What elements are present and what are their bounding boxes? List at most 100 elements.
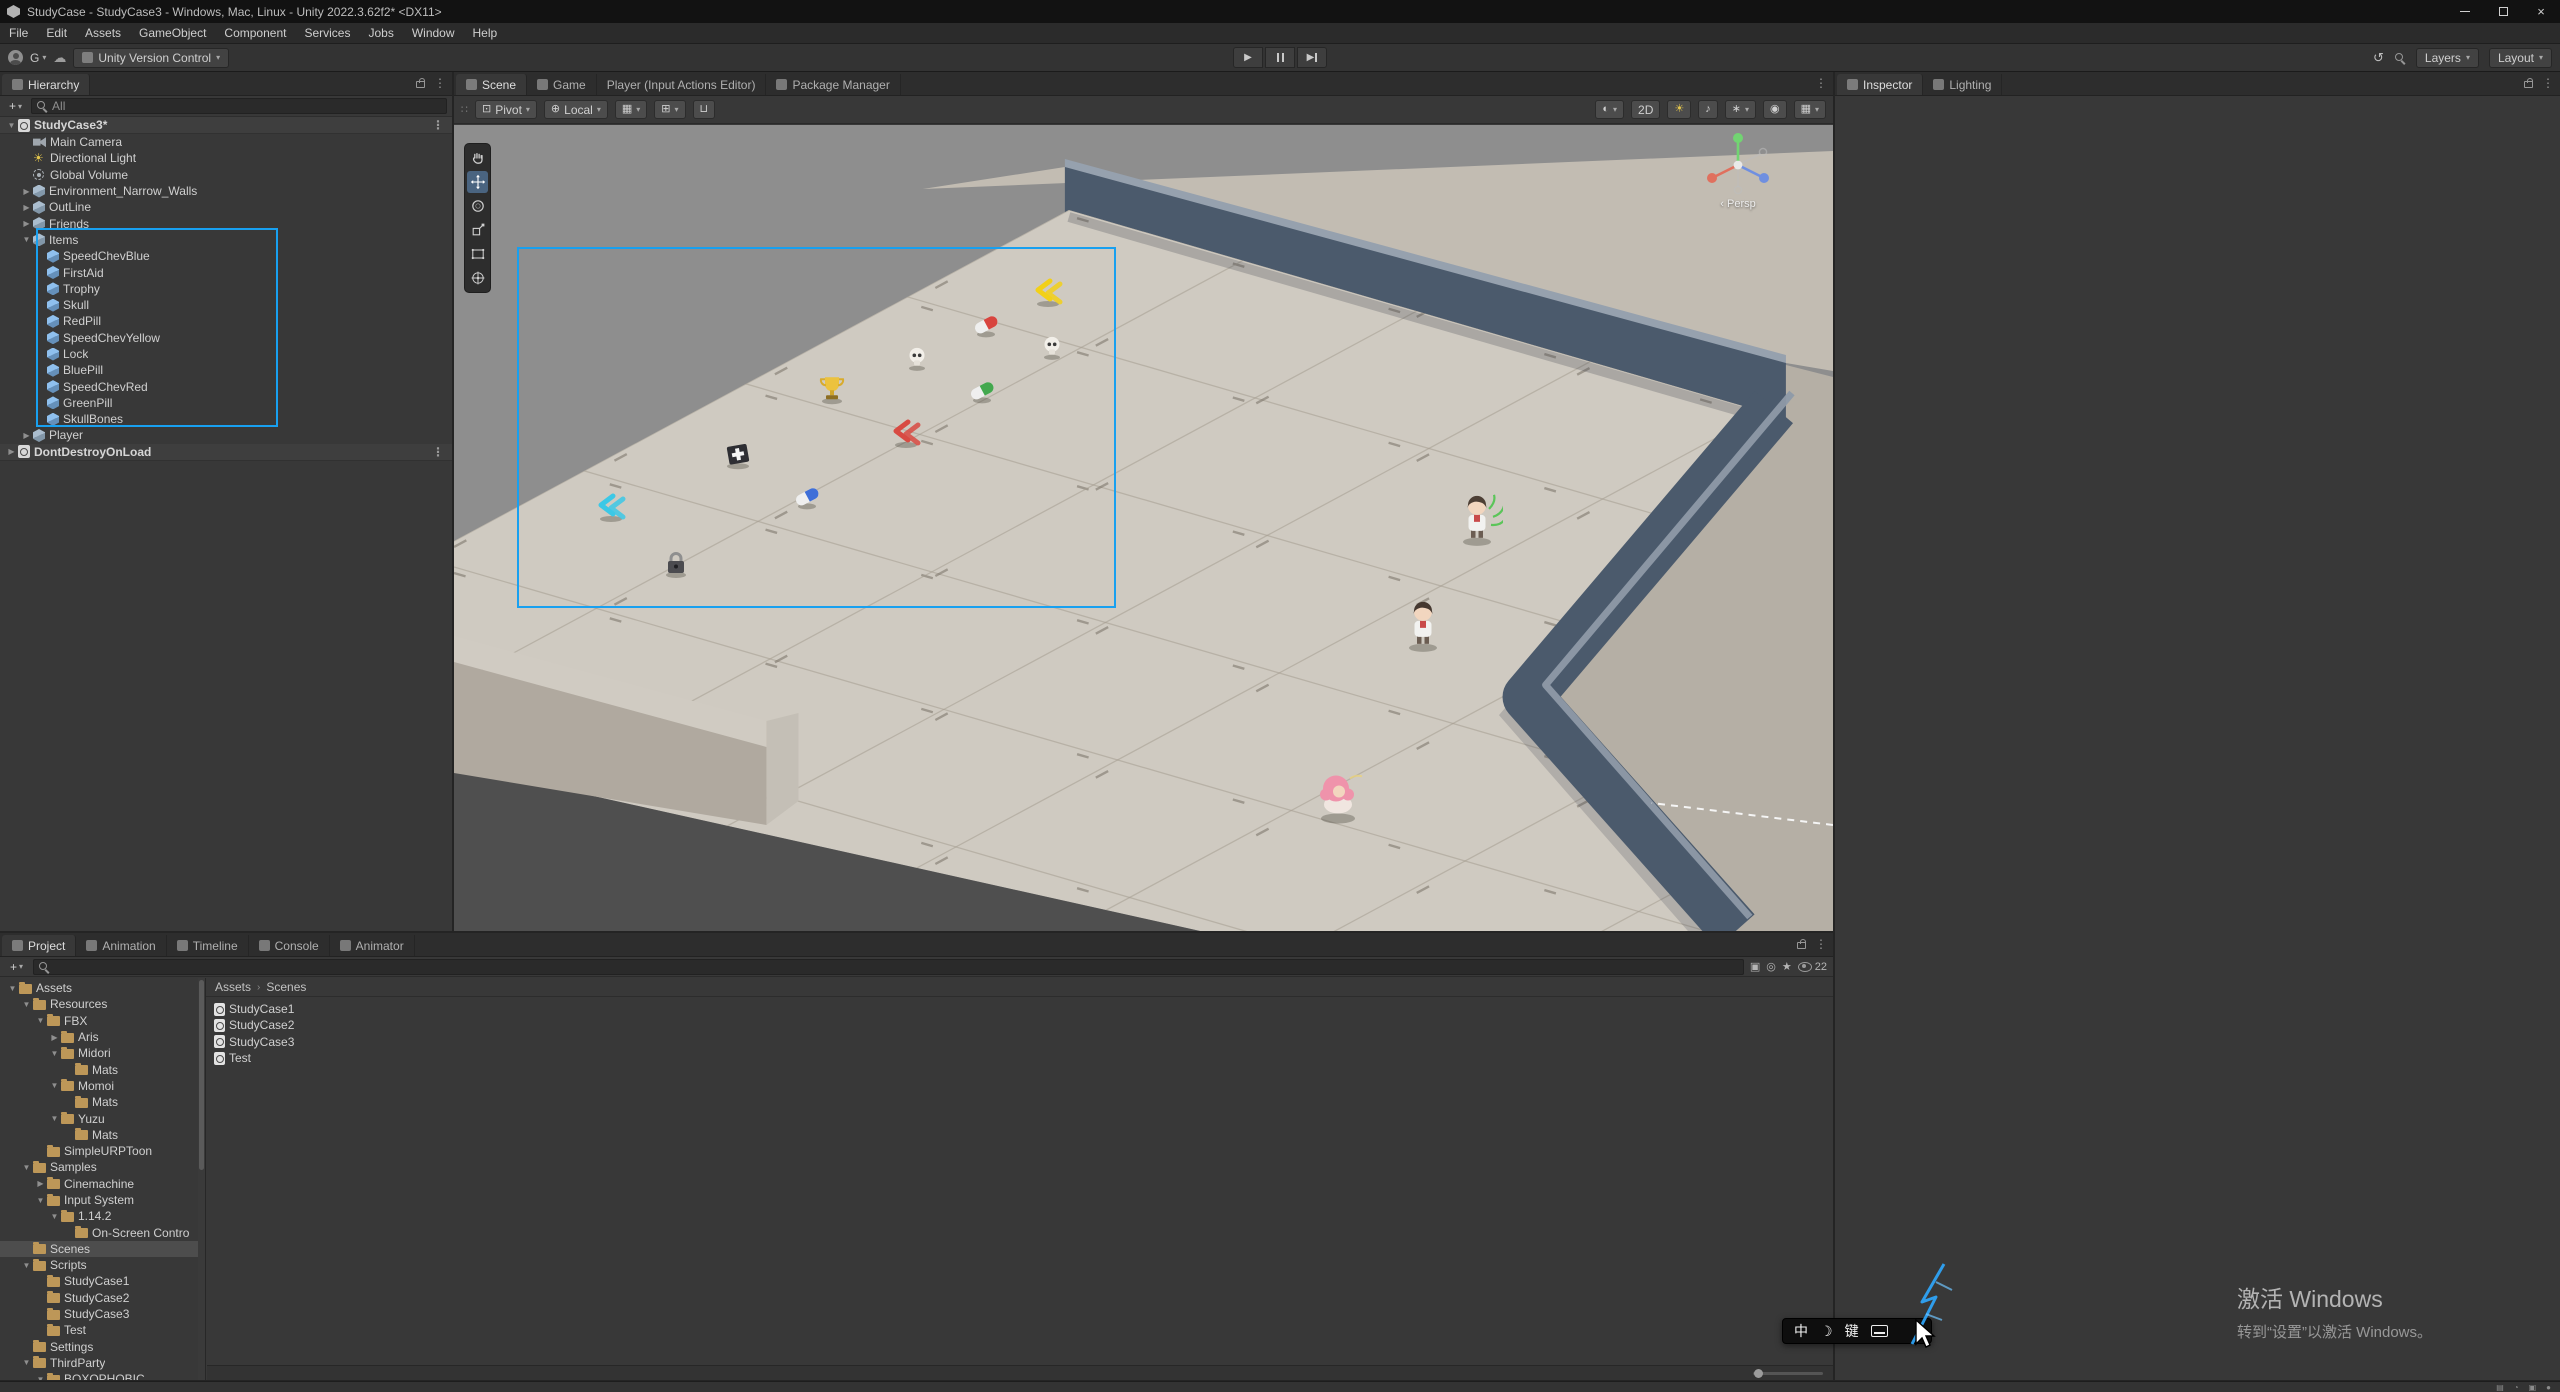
scene-audio-toggle[interactable]: ♪ bbox=[1698, 100, 1718, 119]
play-button[interactable]: ▶ bbox=[1233, 47, 1263, 68]
panel-menu-icon[interactable]: ⋮ bbox=[1815, 77, 1827, 89]
project-folder-midori[interactable]: ▼Midori bbox=[0, 1045, 205, 1061]
grid-visibility-dropdown[interactable]: ▦ ▾ bbox=[615, 100, 647, 119]
hierarchy-search-input[interactable]: All bbox=[31, 98, 447, 114]
expand-arrow[interactable]: ▼ bbox=[20, 1000, 33, 1009]
status-activity-icon[interactable]: ● bbox=[2546, 1383, 2551, 1392]
favorites-button[interactable]: ★ bbox=[1782, 960, 1792, 973]
panel-menu-icon[interactable]: ⋮ bbox=[2542, 77, 2554, 89]
tab-animation[interactable]: Animation bbox=[76, 935, 166, 956]
project-folder-resources[interactable]: ▼Resources bbox=[0, 996, 205, 1012]
tab-console[interactable]: Console bbox=[249, 935, 330, 956]
project-folder-fbx[interactable]: ▼FBX bbox=[0, 1013, 205, 1029]
expand-arrow[interactable]: ▼ bbox=[5, 121, 18, 130]
menu-jobs[interactable]: Jobs bbox=[359, 23, 402, 43]
tab-game[interactable]: Game bbox=[527, 74, 597, 95]
file-test[interactable]: Test bbox=[210, 1050, 1829, 1066]
breadcrumb-assets[interactable]: Assets bbox=[215, 980, 251, 994]
project-folder-input-system[interactable]: ▼Input System bbox=[0, 1192, 205, 1208]
tab-project[interactable]: Project bbox=[2, 935, 76, 956]
expand-arrow[interactable]: ▶ bbox=[20, 431, 33, 440]
tool-rotate[interactable] bbox=[467, 195, 488, 217]
expand-arrow[interactable]: ▼ bbox=[20, 1261, 33, 1270]
project-folder-thirdparty[interactable]: ▼ThirdParty bbox=[0, 1355, 205, 1371]
scene-menu-icon[interactable]: ⋮ bbox=[432, 446, 444, 458]
search-icon[interactable] bbox=[2394, 52, 2406, 64]
expand-arrow[interactable]: ▼ bbox=[20, 1163, 33, 1172]
tab-player-input-actions[interactable]: Player (Input Actions Editor) bbox=[597, 74, 767, 95]
tool-transform[interactable] bbox=[467, 267, 488, 289]
status-bake-icon[interactable]: ▣ bbox=[2529, 1383, 2537, 1392]
tab-package-manager[interactable]: Package Manager bbox=[766, 74, 900, 95]
hierarchy-item-directional-light[interactable]: Directional Light bbox=[0, 150, 452, 166]
scene-orientation-gizmo[interactable]: ‹ Persp bbox=[1683, 129, 1793, 210]
panel-menu-icon[interactable]: ⋮ bbox=[1815, 938, 1827, 950]
lock-icon[interactable] bbox=[1797, 942, 1806, 949]
version-control-button[interactable]: Unity Version Control ▾ bbox=[73, 48, 229, 68]
project-folder-studycase2[interactable]: StudyCase2 bbox=[0, 1290, 205, 1306]
project-folder-studycase1[interactable]: StudyCase1 bbox=[0, 1273, 205, 1289]
hierarchy-item-environment-narrow-walls[interactable]: ▶Environment_Narrow_Walls bbox=[0, 183, 452, 199]
panel-menu-icon[interactable]: ⋮ bbox=[434, 77, 446, 89]
tool-rect[interactable] bbox=[467, 243, 488, 265]
step-button[interactable]: ▶ bbox=[1297, 47, 1327, 68]
scene-header-dontdestroyonload[interactable]: ▶ DontDestroyOnLoad ⋮ bbox=[0, 444, 452, 461]
tree-scrollbar[interactable] bbox=[198, 978, 205, 1380]
menu-file[interactable]: File bbox=[0, 23, 37, 43]
tab-inspector[interactable]: Inspector bbox=[1837, 74, 1923, 95]
tab-scene[interactable]: Scene bbox=[456, 74, 527, 95]
menu-component[interactable]: Component bbox=[215, 23, 295, 43]
project-folder-cinemachine[interactable]: ▶Cinemachine bbox=[0, 1176, 205, 1192]
project-folder-mats[interactable]: Mats bbox=[0, 1094, 205, 1110]
effects-dropdown[interactable]: ∗ ▾ bbox=[1725, 100, 1756, 119]
expand-arrow[interactable]: ▼ bbox=[20, 1358, 33, 1367]
project-folder-aris[interactable]: ▶Aris bbox=[0, 1029, 205, 1045]
expand-arrow[interactable]: ▶ bbox=[20, 219, 33, 228]
menu-services[interactable]: Services bbox=[295, 23, 359, 43]
hidden-packages-toggle[interactable]: 22 bbox=[1798, 961, 1827, 973]
project-folder-momoi[interactable]: ▼Momoi bbox=[0, 1078, 205, 1094]
project-folder-studycase3[interactable]: StudyCase3 bbox=[0, 1306, 205, 1322]
expand-arrow[interactable]: ▶ bbox=[34, 1179, 47, 1188]
slider-thumb[interactable] bbox=[1754, 1369, 1763, 1378]
breadcrumb-scenes[interactable]: Scenes bbox=[266, 980, 306, 994]
file-studycase3[interactable]: StudyCase3 bbox=[210, 1034, 1829, 1050]
handle-rotation-dropdown[interactable]: ⊕ Local ▾ bbox=[544, 100, 608, 119]
menu-help[interactable]: Help bbox=[464, 23, 507, 43]
toolbar-drag-handle[interactable]: ∷ bbox=[461, 103, 468, 116]
file-studycase1[interactable]: StudyCase1 bbox=[210, 1001, 1829, 1017]
project-folder-samples[interactable]: ▼Samples bbox=[0, 1159, 205, 1175]
gizmo-projection-label[interactable]: ‹ Persp bbox=[1683, 198, 1793, 210]
expand-arrow[interactable]: ▼ bbox=[6, 984, 19, 993]
expand-arrow[interactable]: ▶ bbox=[5, 447, 18, 456]
tab-hierarchy[interactable]: Hierarchy bbox=[2, 74, 90, 95]
lock-icon[interactable] bbox=[416, 81, 425, 88]
menu-gameobject[interactable]: GameObject bbox=[130, 23, 215, 43]
expand-arrow[interactable]: ▼ bbox=[34, 1016, 47, 1025]
hierarchy-item-outline[interactable]: ▶OutLine bbox=[0, 199, 452, 215]
shading-mode-dropdown[interactable]: ◐ ▾ bbox=[1595, 100, 1624, 119]
expand-arrow[interactable]: ▼ bbox=[34, 1196, 47, 1205]
scene-object-friend-green[interactable] bbox=[1451, 491, 1503, 550]
expand-arrow[interactable]: ▼ bbox=[48, 1114, 61, 1123]
project-folder-assets[interactable]: ▼Assets bbox=[0, 980, 205, 996]
snap-increment-dropdown[interactable]: ⊞ ▾ bbox=[654, 100, 685, 119]
2d-toggle[interactable]: 2D bbox=[1631, 100, 1660, 119]
project-folder-yuzu[interactable]: ▼Yuzu bbox=[0, 1110, 205, 1126]
hierarchy-item-global-volume[interactable]: Global Volume bbox=[0, 167, 452, 183]
ime-mode-label[interactable]: 中 bbox=[1794, 1321, 1808, 1341]
project-folder-scenes[interactable]: Scenes bbox=[0, 1241, 205, 1257]
project-folder-settings[interactable]: Settings bbox=[0, 1339, 205, 1355]
hierarchy-item-player[interactable]: ▶Player bbox=[0, 427, 452, 443]
create-object-button[interactable]: + ▾ bbox=[5, 99, 26, 113]
scene-menu-icon[interactable]: ⋮ bbox=[432, 119, 444, 131]
tool-move[interactable] bbox=[467, 171, 488, 193]
snap-toggle[interactable]: ⊔ bbox=[693, 100, 716, 119]
menu-edit[interactable]: Edit bbox=[37, 23, 76, 43]
tool-view[interactable] bbox=[467, 147, 488, 169]
undo-history-icon[interactable]: ↺ bbox=[2373, 50, 2384, 66]
expand-arrow[interactable]: ▶ bbox=[48, 1033, 61, 1042]
account-avatar[interactable] bbox=[8, 50, 23, 65]
status-grid-icon[interactable]: ▤ bbox=[2496, 1383, 2504, 1392]
ime-fullwidth-icon[interactable]: ☽ bbox=[1820, 1323, 1833, 1340]
